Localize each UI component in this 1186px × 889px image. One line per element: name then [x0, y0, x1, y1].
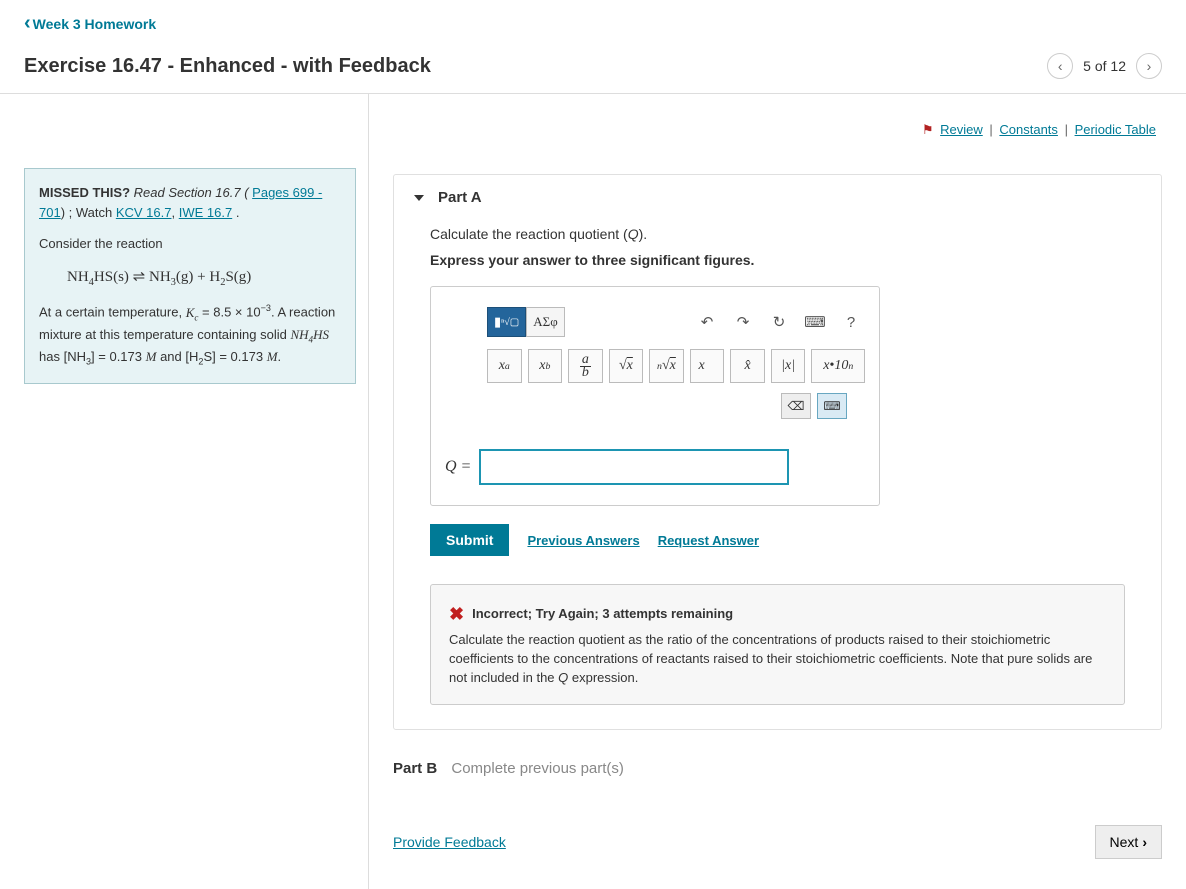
- reset-button[interactable]: ↻: [765, 309, 793, 335]
- page-title: Exercise 16.47 - Enhanced - with Feedbac…: [24, 55, 431, 78]
- submit-button[interactable]: Submit: [430, 524, 509, 556]
- reaction-equation: NH4HS(s) ⇌ NH3(g) + H2S(g): [39, 254, 341, 303]
- hat-button[interactable]: x̂: [730, 349, 765, 383]
- problem-text: At a certain temperature, Kc = 8.5 × 10−…: [39, 302, 341, 369]
- pager-text: 5 of 12: [1083, 58, 1126, 74]
- answer-input[interactable]: [479, 449, 789, 485]
- backspace-button[interactable]: ⌫: [781, 393, 811, 419]
- vector-button[interactable]: x⃗: [690, 349, 725, 383]
- iwe-link[interactable]: IWE 16.7: [179, 205, 232, 220]
- feedback-box: ✖ Incorrect; Try Again; 3 attempts remai…: [430, 584, 1125, 705]
- abs-button[interactable]: |x|: [771, 349, 806, 383]
- kcv-link[interactable]: KCV 16.7: [116, 205, 172, 220]
- part-b-msg: Complete previous part(s): [451, 760, 624, 777]
- feedback-headline: Incorrect; Try Again; 3 attempts remaini…: [472, 605, 733, 624]
- equation-editor: ▮ ⁿ√▢ ΑΣφ ↶ ↷ ↻ ⌨ ? xa xb: [430, 286, 880, 506]
- part-a-instruction: Express your answer to three significant…: [430, 252, 1125, 268]
- part-b-label: Part B: [393, 760, 437, 777]
- missed-label: MISSED THIS?: [39, 185, 130, 200]
- incorrect-x-icon: ✖: [449, 601, 464, 627]
- provide-feedback-link[interactable]: Provide Feedback: [393, 834, 506, 850]
- part-a-section: Part A Calculate the reaction quotient (…: [393, 174, 1162, 730]
- read-text: Read Section 16.7 (: [134, 185, 249, 200]
- prev-button[interactable]: ‹: [1047, 53, 1073, 79]
- consider-text: Consider the reaction: [39, 234, 341, 254]
- back-link[interactable]: Week 3 Homework: [24, 12, 156, 35]
- constants-link[interactable]: Constants: [999, 122, 1058, 137]
- keyboard-button[interactable]: ⌨: [801, 309, 829, 335]
- keyboard-toggle-button[interactable]: ⌨: [817, 393, 847, 419]
- previous-answers-link[interactable]: Previous Answers: [527, 533, 639, 548]
- watch-text: ) ; Watch: [61, 205, 116, 220]
- flag-icon: ⚑: [922, 122, 934, 137]
- next-button-top[interactable]: ›: [1136, 53, 1162, 79]
- part-b-row: Part B Complete previous part(s): [393, 760, 1162, 777]
- sqrt-button[interactable]: √x: [609, 349, 644, 383]
- answer-label: Q =: [445, 458, 471, 476]
- help-button[interactable]: ?: [837, 309, 865, 335]
- undo-button[interactable]: ↶: [693, 309, 721, 335]
- review-link[interactable]: Review: [940, 122, 983, 137]
- periodic-link[interactable]: Periodic Table: [1075, 122, 1156, 137]
- fraction-button[interactable]: ab: [568, 349, 603, 383]
- greek-tab[interactable]: ΑΣφ: [526, 307, 564, 337]
- redo-button[interactable]: ↷: [729, 309, 757, 335]
- request-answer-link[interactable]: Request Answer: [658, 533, 759, 548]
- part-a-label: Part A: [438, 189, 482, 206]
- feedback-body: Calculate the reaction quotient as the r…: [449, 631, 1106, 688]
- sci-notation-button[interactable]: x•10n: [811, 349, 865, 383]
- nroot-button[interactable]: n√x: [649, 349, 684, 383]
- collapse-caret-icon: [414, 195, 424, 201]
- part-a-prompt: Calculate the reaction quotient (Q).: [430, 226, 1125, 242]
- part-a-header[interactable]: Part A: [394, 175, 1161, 220]
- templates-tab[interactable]: ▮ ⁿ√▢: [487, 307, 526, 337]
- subscript-button[interactable]: xb: [528, 349, 563, 383]
- hint-box: MISSED THIS? Read Section 16.7 ( Pages 6…: [24, 168, 356, 384]
- next-button[interactable]: Next ›: [1095, 825, 1162, 859]
- superscript-button[interactable]: xa: [487, 349, 522, 383]
